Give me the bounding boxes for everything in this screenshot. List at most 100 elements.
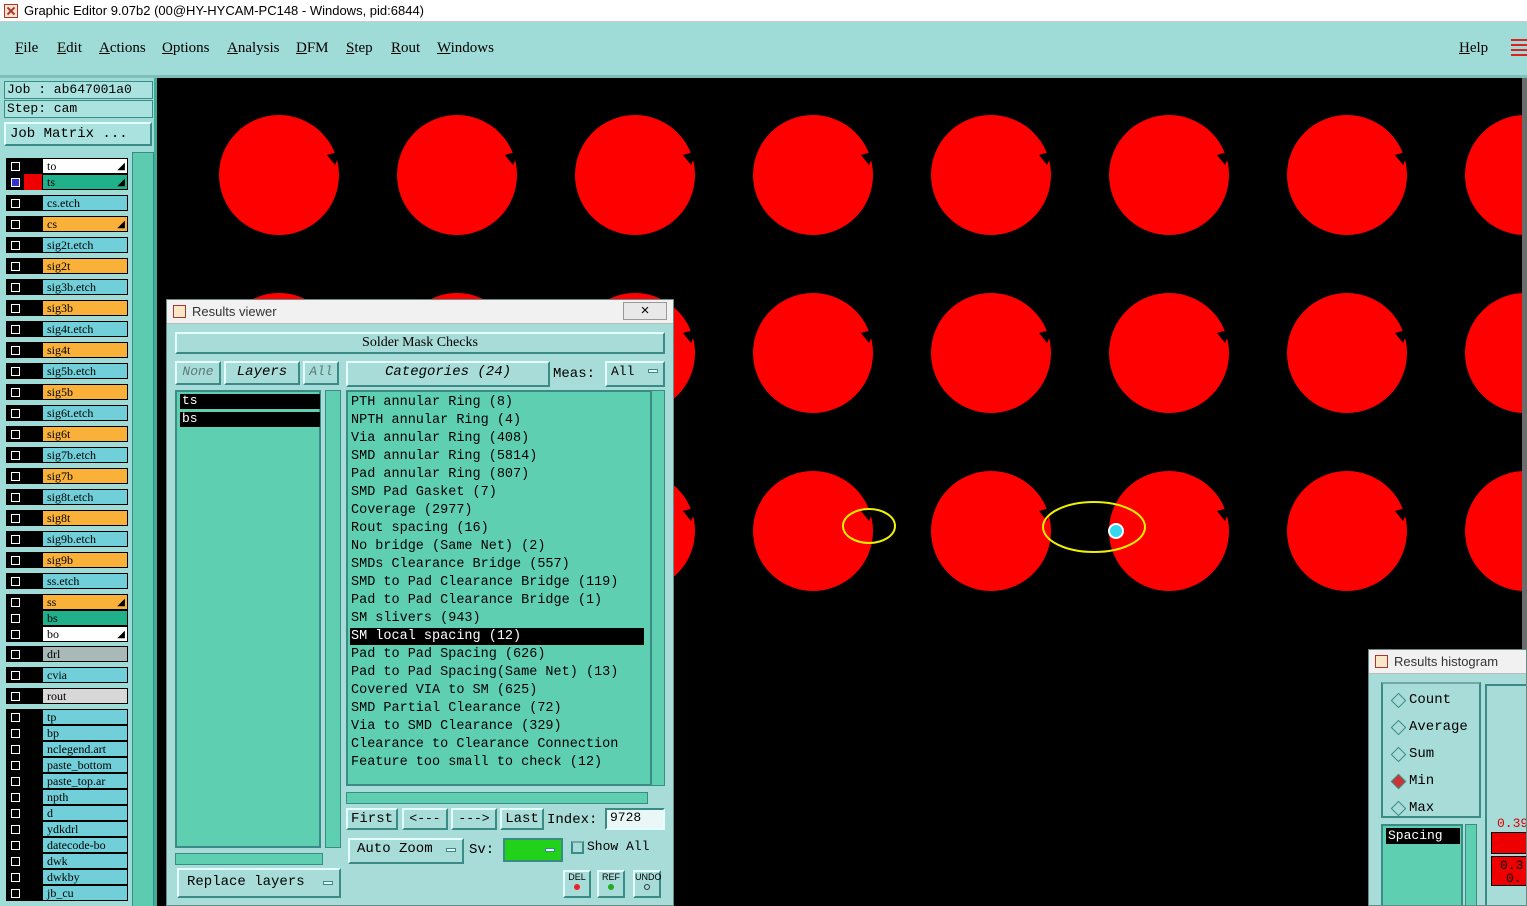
pad[interactable] — [575, 115, 695, 235]
list-item[interactable]: ts — [180, 394, 320, 409]
pad[interactable] — [753, 115, 873, 235]
category-item[interactable]: Pad to Pad Spacing (626) — [350, 646, 644, 663]
layer-color-swatch[interactable] — [24, 405, 42, 421]
category-item[interactable]: Pad to Pad Clearance Bridge (1) — [350, 592, 644, 609]
menu-dfm[interactable]: DFM — [296, 40, 329, 57]
layer-row-cvia[interactable]: cvia — [6, 667, 128, 683]
meas-dropdown[interactable]: All — [605, 361, 665, 387]
layer-color-swatch[interactable] — [24, 552, 42, 568]
layer-color-swatch[interactable] — [24, 195, 42, 211]
category-item[interactable]: PTH annular Ring (8) — [350, 394, 644, 411]
layer-name[interactable]: sig6t.etch — [42, 405, 128, 421]
pad[interactable] — [1109, 115, 1229, 235]
pad[interactable] — [1465, 115, 1522, 235]
layer-name[interactable]: cs.etch — [42, 195, 128, 211]
list-item[interactable]: bs — [180, 412, 320, 427]
layer-name[interactable]: drl — [42, 646, 128, 662]
layer-checkbox[interactable] — [6, 489, 24, 505]
layer-color-swatch[interactable] — [24, 531, 42, 547]
layer-name[interactable]: nclegend.art — [42, 741, 128, 757]
category-item[interactable]: Pad annular Ring (807) — [350, 466, 644, 483]
layer-checkbox[interactable] — [6, 725, 24, 741]
layer-row-ydkdrl[interactable]: ydkdrl — [6, 821, 128, 837]
category-item[interactable]: No bridge (Same Net) (2) — [350, 538, 644, 555]
layer-name[interactable]: sig3b — [42, 300, 128, 316]
layer-row-sig5b-etch[interactable]: sig5b.etch — [6, 363, 128, 379]
layer-row-d[interactable]: d — [6, 805, 128, 821]
layer-name[interactable]: sig3b.etch — [42, 279, 128, 295]
layer-name[interactable]: ss.etch — [42, 573, 128, 589]
layer-color-swatch[interactable] — [24, 174, 42, 190]
categories-list[interactable]: PTH annular Ring (8) NPTH annular Ring (4… — [346, 390, 652, 786]
category-item[interactable]: SM slivers (943) — [350, 610, 644, 627]
layer-name[interactable]: sig4t — [42, 342, 128, 358]
layer-name[interactable]: dwkby — [42, 869, 128, 885]
layer-name[interactable]: sig6t — [42, 426, 128, 442]
pad[interactable] — [1465, 293, 1522, 413]
categories-button[interactable]: Categories (24) — [346, 361, 550, 387]
layer-name[interactable]: sig4t.etch — [42, 321, 128, 337]
layer-color-swatch[interactable] — [24, 725, 42, 741]
none-button[interactable]: None — [175, 361, 221, 385]
layer-color-swatch[interactable] — [24, 821, 42, 837]
layer-row-sig3b[interactable]: sig3b — [6, 300, 128, 316]
layer-color-swatch[interactable] — [24, 646, 42, 662]
layer-name[interactable]: sig5b — [42, 384, 128, 400]
layer-color-swatch[interactable] — [24, 279, 42, 295]
layer-row-rout[interactable]: rout — [6, 688, 128, 704]
all-button[interactable]: All — [303, 361, 339, 385]
layer-checkbox[interactable] — [6, 384, 24, 400]
layer-color-swatch[interactable] — [24, 426, 42, 442]
layer-name[interactable]: sig8t — [42, 510, 128, 526]
layer-checkbox[interactable] — [6, 468, 24, 484]
layer-checkbox[interactable] — [6, 821, 24, 837]
layer-checkbox[interactable] — [6, 195, 24, 211]
layer-row-bp[interactable]: bp — [6, 725, 128, 741]
menu-step[interactable]: Step — [346, 40, 373, 57]
menu-options[interactable]: Options — [162, 40, 210, 57]
category-item[interactable]: Via to SMD Clearance (329) — [350, 718, 644, 735]
layer-checkbox[interactable] — [6, 773, 24, 789]
radio-min[interactable]: Min — [1391, 773, 1434, 789]
layer-checkbox[interactable] — [6, 573, 24, 589]
category-item[interactable]: Covered VIA to SM (625) — [350, 682, 644, 699]
histogram-bar[interactable]: 0.3 0. — [1491, 856, 1526, 886]
layers-hscrollbar[interactable] — [175, 853, 323, 865]
layer-color-swatch[interactable] — [24, 363, 42, 379]
menu-help[interactable]: Help — [1459, 40, 1488, 57]
category-item[interactable]: Rout spacing (16) — [350, 520, 644, 537]
solder-mask-checks-heading[interactable]: Solder Mask Checks — [175, 332, 665, 354]
layer-color-swatch[interactable] — [24, 789, 42, 805]
layer-checkbox[interactable] — [6, 531, 24, 547]
layer-checkbox[interactable] — [6, 667, 24, 683]
layer-name[interactable]: sig8t.etch — [42, 489, 128, 505]
histogram-measure-list[interactable]: Spacing — [1381, 824, 1463, 905]
layer-name[interactable]: tp — [42, 709, 128, 725]
layer-row-npth[interactable]: npth — [6, 789, 128, 805]
layer-checkbox[interactable] — [6, 757, 24, 773]
histogram-list-scrollbar[interactable] — [1465, 824, 1477, 905]
undo-button[interactable]: UNDO — [633, 870, 662, 898]
layer-name[interactable]: bo ◢ — [42, 626, 128, 642]
pad[interactable] — [1109, 293, 1229, 413]
layer-row-sig4t[interactable]: sig4t — [6, 342, 128, 358]
prev-button[interactable]: <--- — [402, 808, 448, 830]
category-item[interactable]: SMDs Clearance Bridge (557) — [350, 556, 644, 573]
layer-row-cs-etch[interactable]: cs.etch — [6, 195, 128, 211]
layer-name[interactable]: sig2t — [42, 258, 128, 274]
layer-color-swatch[interactable] — [24, 447, 42, 463]
layer-row-bo[interactable]: bo ◢ — [6, 626, 128, 642]
pad[interactable] — [931, 471, 1051, 591]
layer-checkbox[interactable] — [6, 510, 24, 526]
layer-color-swatch[interactable] — [24, 667, 42, 683]
layer-checkbox[interactable] — [6, 610, 24, 626]
category-item[interactable]: Feature too small to check (12) — [350, 754, 644, 771]
layer-name[interactable]: cvia — [42, 667, 128, 683]
layer-name[interactable]: rout — [42, 688, 128, 704]
layer-name[interactable]: jb_cu — [42, 885, 128, 901]
pad[interactable] — [1109, 471, 1229, 591]
next-button[interactable]: ---> — [451, 808, 497, 830]
layer-color-swatch[interactable] — [24, 610, 42, 626]
layer-row-cs[interactable]: cs ◢ — [6, 216, 128, 232]
category-item[interactable]: SMD Partial Clearance (72) — [350, 700, 644, 717]
